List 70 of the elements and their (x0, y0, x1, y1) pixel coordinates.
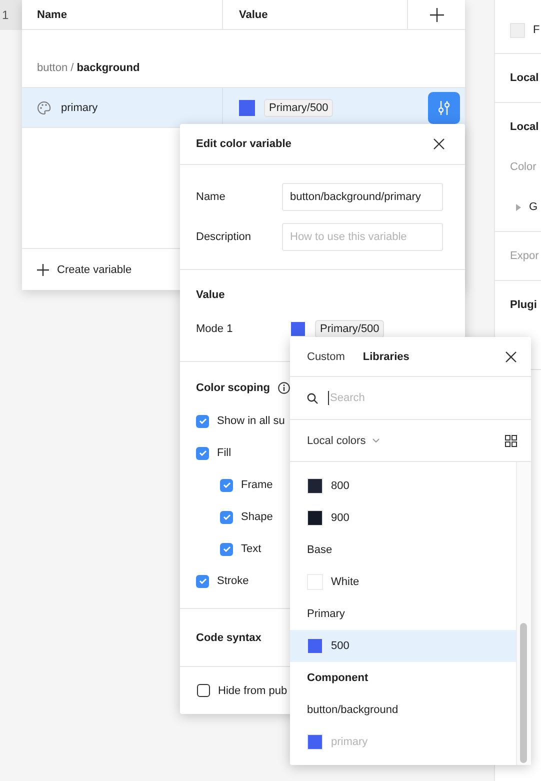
section-label: Color (510, 160, 538, 175)
dialog-title: Edit color variable (196, 138, 292, 150)
column-header: Value (222, 0, 407, 29)
tab[interactable]: Libraries (362, 350, 410, 362)
color-item[interactable]: 800 (290, 470, 516, 502)
checkbox[interactable] (196, 414, 209, 428)
group-header: Base (306, 543, 334, 558)
close-icon[interactable] (505, 350, 517, 362)
color-item[interactable]: White (290, 566, 516, 598)
info-icon[interactable] (278, 382, 290, 394)
checkbox[interactable] (220, 510, 233, 524)
checkbox-label: Frame (241, 479, 273, 491)
scrollbar[interactable] (516, 462, 531, 765)
section-title: Value (196, 288, 226, 303)
close-icon[interactable] (433, 138, 445, 150)
sliders-icon (437, 100, 451, 116)
palette-icon (37, 100, 51, 114)
color-item[interactable]: 900 (290, 502, 516, 534)
section-heading: Local (510, 71, 540, 86)
section-heading: Plugi (510, 298, 538, 313)
section-title: Code syntax (196, 632, 262, 644)
field-label: Name (196, 191, 226, 203)
tree-item[interactable]: G (529, 201, 538, 213)
value-chip[interactable]: Primary/500 (315, 320, 384, 338)
checkbox[interactable] (220, 478, 233, 492)
checkbox-label: Hide from pub (218, 684, 288, 697)
color-swatch (510, 22, 525, 38)
section-label: Expor (510, 249, 540, 264)
variable-row[interactable]: primary Primary/500 (22, 88, 465, 128)
section-title: Color scoping (196, 382, 270, 394)
field-label: Description (196, 231, 252, 243)
checkbox[interactable] (196, 574, 209, 588)
text-field[interactable]: button/background/primary (282, 183, 443, 211)
group-header: button/background (306, 703, 400, 718)
checkbox-label: Fill (217, 447, 232, 459)
checkbox[interactable] (196, 446, 209, 460)
checkbox[interactable] (197, 684, 210, 698)
check-icon (198, 576, 208, 586)
caret-icon[interactable] (516, 204, 521, 210)
checkbox-label: Stroke (217, 575, 249, 587)
source-dropdown[interactable]: Local colors (307, 434, 380, 446)
group-path: button / background (37, 62, 140, 74)
text-field[interactable]: How to use this variable (282, 223, 443, 251)
create-variable-button[interactable]: Create variable (37, 264, 132, 276)
section-header: Component (306, 671, 370, 686)
check-icon (222, 480, 232, 490)
column-header: Name (36, 8, 68, 22)
row-number: 1 (0, 0, 22, 30)
section-heading: Local (510, 120, 540, 135)
checkbox-label: Shape (241, 511, 273, 523)
search-icon (307, 392, 318, 404)
color-item[interactable]: 500 (290, 630, 516, 662)
check-icon (198, 416, 208, 426)
checkbox-label: Show in all su (217, 415, 285, 427)
check-icon (222, 512, 232, 522)
mode-label: Mode 1 (196, 323, 234, 335)
checkbox-label: Text (241, 543, 262, 555)
checkbox[interactable] (220, 542, 233, 556)
tab[interactable]: Custom (307, 350, 345, 362)
edit-variable-button[interactable] (428, 92, 460, 124)
plus-icon[interactable] (430, 8, 444, 22)
chevron-down-icon (372, 438, 380, 443)
plus-icon (37, 264, 49, 276)
fill-label: F (533, 24, 540, 36)
check-icon (198, 448, 208, 458)
group-header: Primary (306, 607, 346, 622)
variable-name: primary (61, 102, 98, 114)
value-chip[interactable]: Primary/500 (264, 98, 334, 116)
grid-view-icon[interactable] (505, 434, 517, 446)
check-icon (222, 544, 232, 554)
